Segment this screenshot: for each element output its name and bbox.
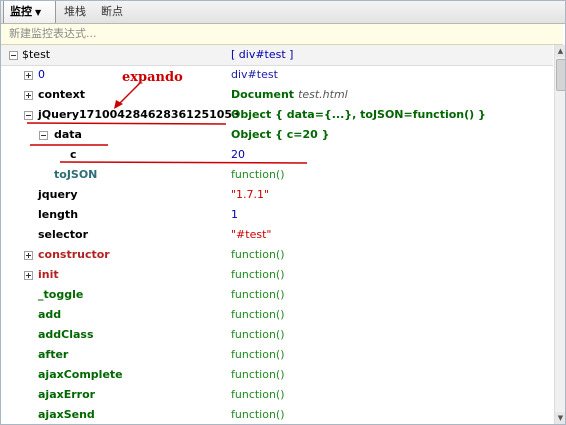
- row-value: function(): [231, 408, 285, 421]
- collapse-icon[interactable]: [24, 111, 33, 120]
- row-name: toJSON: [54, 168, 98, 181]
- row-name: 0: [38, 68, 45, 81]
- row-name: _toggle: [38, 288, 84, 301]
- row-value: function(): [231, 248, 285, 261]
- tab-breakpoints-label: 断点: [101, 5, 123, 18]
- tree-row[interactable]: after function(): [1, 345, 553, 365]
- tree-row[interactable]: data Object { c=20 }: [1, 125, 553, 145]
- scroll-up-arrow-icon[interactable]: ▲: [555, 45, 565, 57]
- chevron-down-icon[interactable]: ▼: [35, 8, 41, 17]
- row-value: div#test: [231, 68, 278, 81]
- row-name: c: [70, 148, 77, 161]
- row-name: ajaxSend: [38, 408, 95, 421]
- row-value: "1.7.1": [231, 188, 270, 201]
- tree-row[interactable]: init function(): [1, 265, 553, 285]
- collapse-icon[interactable]: [39, 131, 48, 140]
- tab-watch[interactable]: 监控 ▼: [3, 1, 56, 23]
- row-name: after: [38, 348, 69, 361]
- tree-row[interactable]: selector "#test": [1, 225, 553, 245]
- tree-row[interactable]: length 1: [1, 205, 553, 225]
- row-name: addClass: [38, 328, 94, 341]
- tree-row[interactable]: ajaxComplete function(): [1, 365, 553, 385]
- tab-bar: 监控 ▼ 堆栈 断点: [1, 1, 565, 24]
- row-name: init: [38, 268, 59, 281]
- row-value: [ div#test ]: [231, 48, 294, 61]
- row-name: ajaxError: [38, 388, 96, 401]
- tree-row[interactable]: addClass function(): [1, 325, 553, 345]
- row-value: "#test": [231, 228, 272, 241]
- tree-row[interactable]: 0 div#test: [1, 65, 553, 85]
- row-name: data: [54, 128, 82, 141]
- row-value: function(): [231, 168, 285, 181]
- row-name: jQuery171004284628361251053: [38, 108, 240, 121]
- row-value: 20: [231, 148, 245, 161]
- expand-icon[interactable]: [24, 271, 33, 280]
- tree-row[interactable]: jQuery171004284628361251053 Object { data…: [1, 105, 553, 125]
- row-value: 1: [231, 208, 238, 221]
- tab-watch-label: 监控: [10, 5, 32, 18]
- row-name: constructor: [38, 248, 110, 261]
- tree-row[interactable]: ajaxSend function(): [1, 405, 553, 424]
- vertical-scrollbar[interactable]: ▲ ▼: [554, 45, 565, 424]
- annotation-expando-label: expando: [122, 70, 183, 85]
- tab-stack-label: 堆栈: [64, 5, 86, 18]
- tab-stack[interactable]: 堆栈: [64, 1, 86, 23]
- row-value: Object { c=20 }: [231, 128, 330, 141]
- tree-row[interactable]: constructor function(): [1, 245, 553, 265]
- row-name: context: [38, 88, 85, 101]
- watch-panel: 监控 ▼ 堆栈 断点 新建监控表达式... $test[ div#test ] 0 d…: [0, 0, 566, 425]
- tab-breakpoints[interactable]: 断点: [101, 1, 123, 23]
- row-value: function(): [231, 268, 285, 281]
- row-name: length: [38, 208, 79, 221]
- row-name: $test: [22, 48, 51, 61]
- row-value: function(): [231, 348, 285, 361]
- watch-input-placeholder: 新建监控表达式...: [9, 27, 97, 40]
- expand-icon[interactable]: [24, 91, 33, 100]
- row-value: function(): [231, 288, 285, 301]
- tree-row[interactable]: add function(): [1, 305, 553, 325]
- expand-icon[interactable]: [24, 251, 33, 260]
- row-value: function(): [231, 328, 285, 341]
- tree-row[interactable]: c 20: [1, 145, 553, 165]
- row-value: function(): [231, 368, 285, 381]
- row-name: selector: [38, 228, 88, 241]
- tree-row[interactable]: toJSON function(): [1, 165, 553, 185]
- row-value: function(): [231, 388, 285, 401]
- collapse-icon[interactable]: [9, 51, 18, 60]
- new-watch-expression-input[interactable]: 新建监控表达式...: [1, 24, 563, 45]
- tree-row[interactable]: $test [ div#test ]: [1, 45, 553, 66]
- tree-row[interactable]: _toggle function(): [1, 285, 553, 305]
- scroll-down-arrow-icon[interactable]: ▼: [555, 412, 565, 424]
- tree-row[interactable]: ajaxError function(): [1, 385, 553, 405]
- row-value-type: Document: [231, 88, 295, 101]
- row-name: add: [38, 308, 62, 321]
- scrollbar-thumb[interactable]: [556, 59, 565, 91]
- row-value-detail: test.html: [298, 88, 348, 101]
- row-value: function(): [231, 308, 285, 321]
- row-name: ajaxComplete: [38, 368, 123, 381]
- row-value: Object { data={...}, toJSON=function() }: [231, 108, 486, 121]
- expand-icon[interactable]: [24, 71, 33, 80]
- row-name: jquery: [38, 188, 78, 201]
- tree-row[interactable]: jquery "1.7.1": [1, 185, 553, 205]
- tree-row[interactable]: context Document test.html: [1, 85, 553, 105]
- row-value: Document test.html: [231, 88, 348, 101]
